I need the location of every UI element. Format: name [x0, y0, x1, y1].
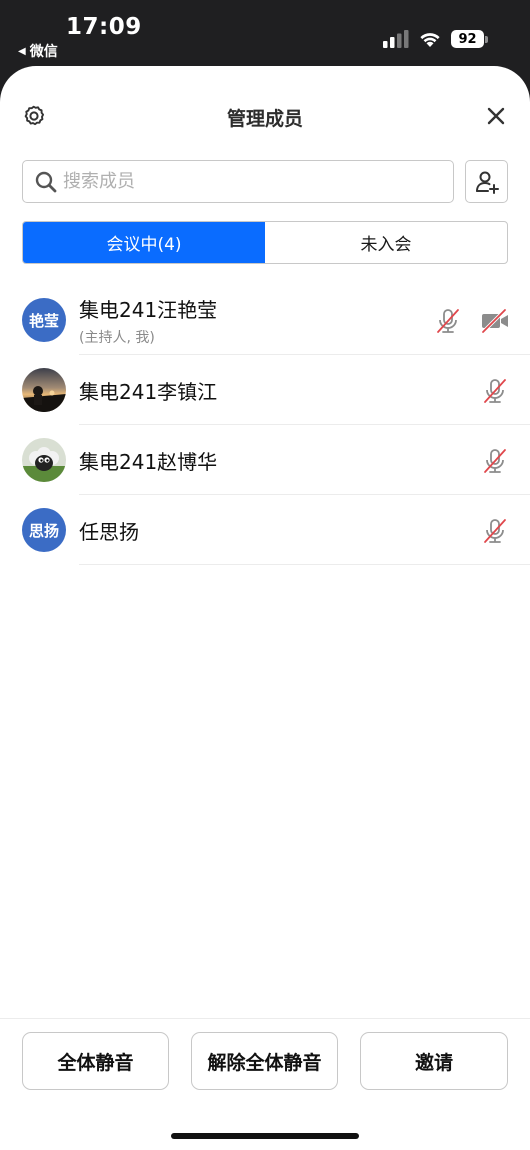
- status-icons: 92: [383, 30, 488, 48]
- black-sheep-photo-avatar: [22, 438, 66, 482]
- battery-icon: 92: [451, 30, 488, 48]
- mic-muted-icon: [437, 309, 459, 333]
- cellular-signal-icon: [383, 30, 409, 48]
- member-role: (主持人, 我): [79, 329, 155, 346]
- avatar: 艳莹: [22, 298, 66, 342]
- mic-toggle[interactable]: [481, 447, 509, 475]
- page-title: 管理成员: [226, 108, 303, 130]
- member-row[interactable]: 集电241赵博华: [0, 425, 530, 495]
- tab-not-joined[interactable]: 未入会: [265, 222, 507, 263]
- member-name: 集电241汪艳莹: [79, 297, 218, 322]
- back-label: 微信: [29, 44, 58, 60]
- unmute-all-button[interactable]: 解除全体静音: [191, 1032, 338, 1090]
- search-icon: [35, 171, 57, 192]
- avatar: 思扬: [22, 508, 66, 552]
- member-row[interactable]: 艳莹 集电241汪艳莹 (主持人, 我): [0, 285, 530, 355]
- back-to-wechat[interactable]: ◀ 微信: [18, 41, 58, 61]
- close-button[interactable]: [486, 106, 506, 126]
- status-time: 17:09: [66, 14, 142, 40]
- sunset-photo-avatar: [22, 368, 66, 412]
- add-member-button[interactable]: [465, 160, 508, 203]
- mic-toggle[interactable]: [434, 307, 462, 335]
- invite-button[interactable]: 邀请: [360, 1032, 508, 1090]
- battery-level: 92: [451, 30, 484, 48]
- mic-muted-icon: [484, 449, 506, 473]
- tab-in-meeting[interactable]: 会议中(4): [23, 222, 265, 263]
- footer-actions: 全体静音 解除全体静音 邀请: [0, 1018, 530, 1150]
- mic-muted-icon: [484, 379, 506, 403]
- mic-toggle[interactable]: [481, 377, 509, 405]
- wifi-icon: [420, 33, 440, 47]
- member-tabs: 会议中(4) 未入会: [22, 221, 508, 264]
- search-box[interactable]: [22, 160, 454, 203]
- member-list: 艳莹 集电241汪艳莹 (主持人, 我) 集电241李镇江 集电241赵博华 思…: [0, 285, 530, 565]
- mic-muted-icon: [484, 519, 506, 543]
- avatar: [22, 438, 66, 482]
- camera-toggle[interactable]: [480, 307, 510, 335]
- mic-toggle[interactable]: [481, 517, 509, 545]
- member-name: 任思扬: [79, 519, 139, 544]
- status-bar: 17:09 ◀ 微信 92: [0, 0, 530, 64]
- member-row[interactable]: 思扬 任思扬: [0, 495, 530, 565]
- avatar: [22, 368, 66, 412]
- member-name: 集电241李镇江: [79, 379, 218, 404]
- member-name: 集电241赵博华: [79, 449, 218, 474]
- home-indicator[interactable]: [171, 1133, 359, 1139]
- search-input[interactable]: [63, 171, 443, 192]
- member-row[interactable]: 集电241李镇江: [0, 355, 530, 425]
- manage-members-sheet: 管理成员 会议中(4) 未入会 艳莹 集电241汪艳莹 (主持人, 我): [0, 66, 530, 1150]
- add-user-icon: [475, 171, 499, 194]
- close-icon: [487, 107, 505, 125]
- camera-off-icon: [481, 308, 508, 334]
- back-arrow-icon: ◀: [18, 45, 26, 57]
- mute-all-button[interactable]: 全体静音: [22, 1032, 169, 1090]
